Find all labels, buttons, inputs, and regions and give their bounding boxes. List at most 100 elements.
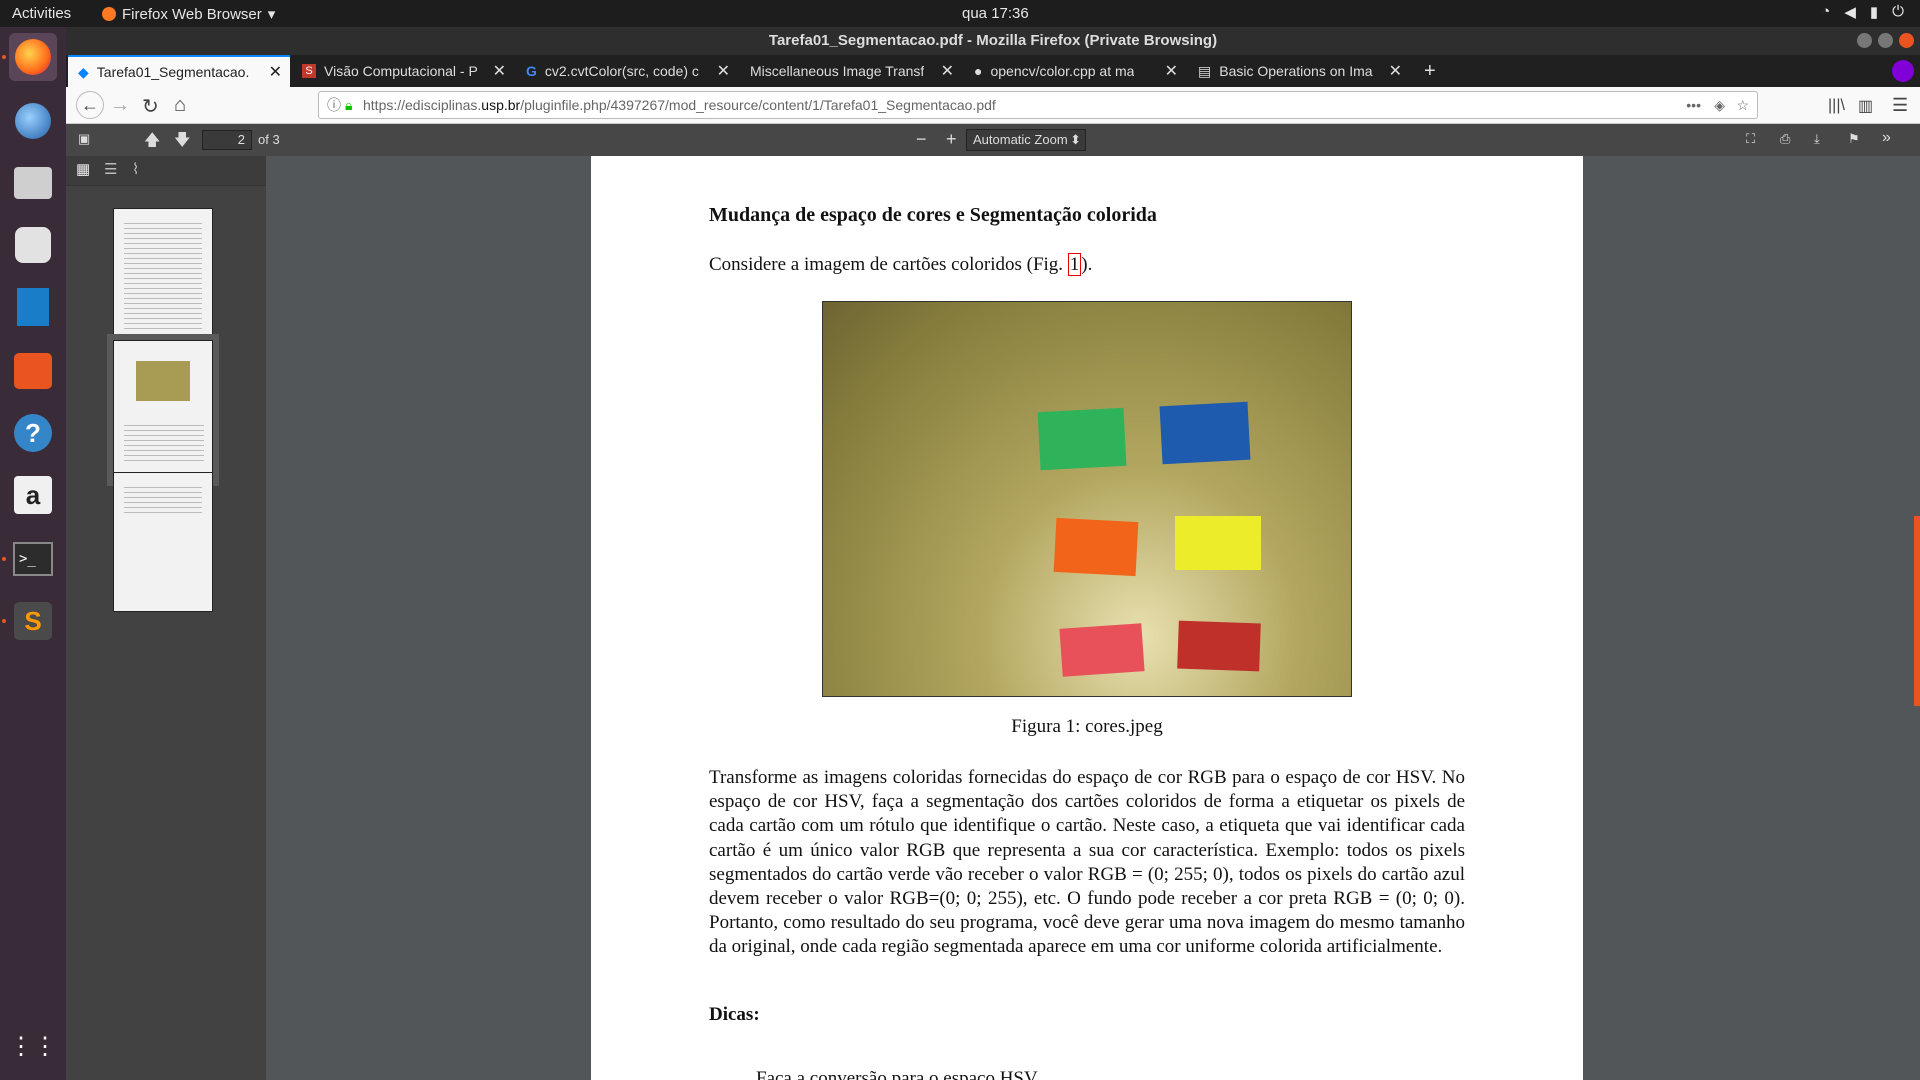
url-bar[interactable]: ⓘ 🔒︎ https://edisciplinas.usp.br/pluginf…: [318, 91, 1758, 119]
pink-card: [1059, 623, 1145, 677]
rhythmbox-launcher-icon[interactable]: [9, 221, 57, 269]
terminal-launcher-icon[interactable]: >_: [9, 535, 57, 583]
help-launcher-icon[interactable]: ?: [9, 409, 57, 457]
app-menu[interactable]: Firefox Web Browser ▾: [102, 5, 275, 23]
writer-launcher-icon[interactable]: [9, 283, 57, 331]
menu-icon[interactable]: ☰: [1892, 95, 1908, 116]
zoom-select[interactable]: Automatic Zoom ⬍: [966, 129, 1086, 151]
close-tab-icon[interactable]: ✕: [717, 61, 730, 81]
minimize-button[interactable]: [1857, 33, 1872, 48]
activities-button[interactable]: Activities: [12, 5, 71, 22]
page-actions-icon[interactable]: •••: [1686, 92, 1701, 118]
zoom-out-icon[interactable]: −: [916, 129, 927, 150]
navigation-toolbar: ← → ↻ ⌂ ⓘ 🔒︎ https://edisciplinas.usp.br…: [66, 87, 1920, 124]
lock-icon: 🔒︎: [345, 97, 353, 113]
intro-paragraph: Considere a imagem de cartões coloridos …: [709, 253, 1093, 276]
pdf-page-2: Mudança de espaço de cores e Segmentação…: [591, 156, 1583, 1080]
close-tab-icon[interactable]: ✕: [941, 61, 954, 81]
window-title: Tarefa01_Segmentacao.pdf - Mozilla Firef…: [66, 27, 1920, 55]
tab-tarefa01[interactable]: ◆ Tarefa01_Segmentacao. ✕: [68, 55, 290, 87]
firefox-icon: [102, 7, 116, 21]
outline-icon[interactable]: ☰: [104, 160, 117, 178]
previous-page-icon[interactable]: 🡅: [144, 129, 160, 156]
show-applications-icon[interactable]: ⋮⋮: [9, 1022, 57, 1070]
tab-bar: ◆ Tarefa01_Segmentacao. ✕ S Visão Comput…: [66, 55, 1920, 87]
tab-label: opencv/color.cpp at ma: [990, 63, 1135, 79]
clock[interactable]: qua 17:36: [962, 5, 1029, 22]
library-icon[interactable]: |||\: [1828, 97, 1845, 115]
page-thumbnail-3[interactable]: [113, 472, 213, 612]
close-tab-icon[interactable]: ✕: [1165, 61, 1178, 81]
amazon-launcher-icon[interactable]: a: [9, 471, 57, 519]
close-button[interactable]: [1899, 33, 1914, 48]
sidebar-toggle-icon[interactable]: ▣: [78, 131, 90, 147]
page-number-input[interactable]: 2: [202, 130, 252, 150]
thunderbird-launcher-icon[interactable]: [9, 97, 57, 145]
private-browsing-icon: [1892, 60, 1914, 82]
thumbnails-icon[interactable]: ▦: [76, 160, 90, 178]
yellow-card: [1175, 516, 1261, 570]
tab-label: Tarefa01_Segmentacao.: [96, 64, 250, 80]
sublime-launcher-icon[interactable]: S: [9, 597, 57, 645]
zoom-in-icon[interactable]: +: [946, 129, 957, 150]
presentation-mode-icon[interactable]: ⛶: [1746, 131, 1755, 147]
figure-link[interactable]: 1: [1067, 253, 1082, 276]
page-count: of 3: [258, 132, 280, 147]
back-button[interactable]: ←: [76, 91, 104, 119]
page-thumbnail-2[interactable]: [107, 334, 219, 486]
tab-label: Miscellaneous Image Transf: [750, 63, 925, 79]
close-tab-icon[interactable]: ✕: [269, 62, 282, 82]
download-icon[interactable]: ⤓: [1814, 131, 1820, 147]
page-thumbnail-1[interactable]: [113, 208, 213, 348]
app-menu-label: Firefox Web Browser: [122, 5, 262, 23]
wifi-icon: ◔: [1821, 3, 1831, 20]
blue-card: [1159, 401, 1251, 465]
chevron-down-icon: ▾: [267, 6, 276, 23]
attachments-icon[interactable]: ⌇: [132, 160, 139, 178]
tab-opencv-color[interactable]: ● opencv/color.cpp at ma ✕: [964, 55, 1186, 87]
list-item-partial: Faça a conversão para o espaço HSV: [756, 1068, 1038, 1080]
tab-basic-operations[interactable]: ▤ Basic Operations on Ima ✕: [1188, 55, 1410, 87]
bookmark-star-icon[interactable]: ☆: [1736, 92, 1749, 118]
close-tab-icon[interactable]: ✕: [1389, 61, 1402, 81]
scrollbar-thumb[interactable]: [1914, 516, 1920, 706]
url-prefix: https://edisciplinas.: [363, 97, 482, 113]
zoom-select-value: Automatic Zoom: [973, 132, 1068, 147]
software-center-launcher-icon[interactable]: [9, 347, 57, 395]
reload-button[interactable]: ↻: [142, 94, 159, 119]
page-icon: ◆: [78, 63, 89, 80]
new-tab-button[interactable]: +: [1414, 55, 1450, 87]
launcher-dock: ? a >_ S ⋮⋮: [0, 27, 66, 1080]
select-arrow-icon: ⬍: [1070, 132, 1081, 147]
info-icon[interactable]: ⓘ: [327, 92, 341, 118]
next-page-icon[interactable]: 🡇: [174, 129, 190, 156]
intro-text-end: ).: [1081, 254, 1093, 275]
system-tray[interactable]: ◔ ◀ ▮ ⏻: [1821, 3, 1904, 21]
sidebar-tools: ▦ ☰ ⌇: [66, 156, 266, 186]
tools-icon[interactable]: »: [1882, 129, 1891, 147]
tab-visao-computacional[interactable]: S Visão Computacional - P ✕: [292, 55, 514, 87]
favicon-icon: S: [302, 64, 316, 78]
forward-button[interactable]: →: [110, 94, 130, 117]
tab-cvtcolor[interactable]: G cv2.cvtColor(src, code) c ✕: [516, 55, 738, 87]
orange-card: [1053, 517, 1139, 577]
firefox-launcher-icon[interactable]: [9, 33, 57, 81]
pdf-viewer[interactable]: Mudança de espaço de cores e Segmentação…: [266, 156, 1920, 1080]
document-icon: ▤: [1198, 62, 1212, 79]
maximize-button[interactable]: [1878, 33, 1893, 48]
close-tab-icon[interactable]: ✕: [493, 61, 506, 81]
battery-icon: ▮: [1869, 4, 1879, 21]
sidebar-toggle-icon[interactable]: ▥: [1858, 96, 1873, 116]
print-icon[interactable]: ⎙: [1780, 131, 1790, 147]
tab-miscellaneous[interactable]: Miscellaneous Image Transf ✕: [740, 55, 962, 87]
figure-caption: Figura 1: cores.jpeg: [1011, 716, 1163, 737]
url-path: /pluginfile.php/4397267/mod_resource/con…: [520, 97, 996, 113]
files-launcher-icon[interactable]: [9, 159, 57, 207]
system-top-bar: Activities Firefox Web Browser ▾ qua 17:…: [0, 0, 1920, 27]
pocket-icon[interactable]: ◈: [1714, 92, 1725, 118]
window-controls: [1857, 33, 1914, 48]
dicas-heading: Dicas:: [709, 1004, 760, 1025]
bookmark-icon[interactable]: ⚑: [1848, 131, 1860, 147]
url-domain: usp.br: [481, 97, 521, 113]
home-button[interactable]: ⌂: [174, 94, 186, 117]
